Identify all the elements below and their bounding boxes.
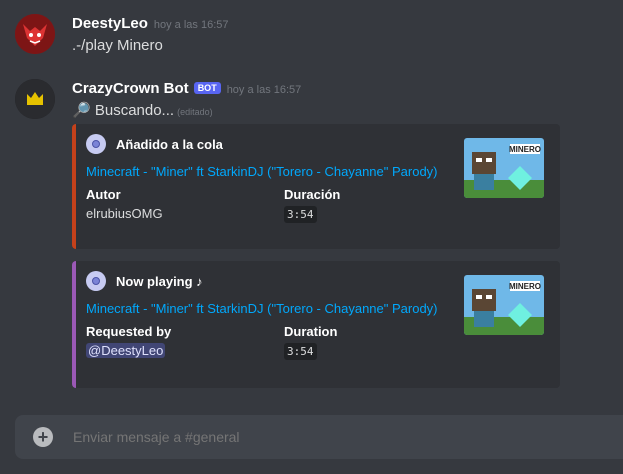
minecraft-thumbnail-icon: MINERO	[464, 275, 544, 335]
field-value: @DeestyLeo	[86, 343, 284, 358]
embed-color-bar	[72, 124, 76, 249]
field-value: elrubiusOMG	[86, 206, 163, 221]
avatar[interactable]	[15, 14, 55, 54]
disc-icon	[86, 134, 106, 154]
embed-color-bar	[72, 261, 76, 388]
field-value: 3:54	[284, 343, 482, 360]
embed-author-text: Añadido a la cola	[116, 136, 223, 152]
message-content: .-/play Minero	[72, 37, 163, 54]
message-header: CrazyCrown Bot BOT hoy a las 16:57	[72, 80, 301, 97]
username[interactable]: DeestyLeo	[72, 15, 148, 32]
field-name: Duración	[284, 187, 341, 202]
minecraft-thumbnail-icon: MINERO	[464, 138, 544, 198]
message-input[interactable]	[71, 428, 575, 446]
user-mention[interactable]: @DeestyLeo	[86, 343, 166, 358]
add-attachment-icon[interactable]: +	[33, 427, 53, 447]
message-text: 🔎 Buscando...	[72, 102, 175, 119]
message-header: DeestyLeo hoy a las 16:57	[72, 15, 229, 32]
embed-field: Duración 3:54	[284, 187, 482, 223]
duration-code: 3:54	[284, 206, 317, 223]
timestamp: hoy a las 16:57	[153, 19, 229, 31]
avatar[interactable]	[15, 79, 55, 119]
crown-avatar-icon	[15, 79, 55, 119]
bot-badge: BOT	[193, 82, 221, 94]
duration-code: 3:54	[284, 343, 317, 360]
embed-thumbnail[interactable]: MINERO	[464, 275, 544, 335]
embed-field: Autor elrubiusOMG	[86, 187, 284, 221]
embed-queued: Añadido a la cola Minecraft - "Miner" ft…	[72, 124, 560, 249]
username[interactable]: CrazyCrown Bot	[72, 80, 189, 97]
embed-thumbnail[interactable]: MINERO	[464, 138, 544, 198]
disc-icon	[86, 271, 106, 291]
embed-author-text: Now playing ♪	[116, 273, 203, 289]
field-name: Autor	[86, 187, 121, 202]
field-value: 3:54	[284, 206, 482, 223]
timestamp: hoy a las 16:57	[226, 84, 302, 96]
field-name: Requested by	[86, 324, 172, 339]
field-name: Duration	[284, 324, 338, 339]
message-content: 🔎 Buscando... (editado)	[72, 101, 213, 119]
edited-label: (editado)	[177, 107, 213, 117]
embed-field: Duration 3:54	[284, 324, 482, 360]
thumbnail-text: MINERO	[509, 145, 541, 154]
embed-field: Requested by @DeestyLeo	[86, 324, 284, 358]
message-input-bar: +	[15, 415, 623, 459]
thumbnail-text: MINERO	[509, 282, 541, 291]
dragon-avatar-icon	[15, 14, 55, 54]
embed-now-playing: Now playing ♪ Minecraft - "Miner" ft Sta…	[72, 261, 560, 388]
